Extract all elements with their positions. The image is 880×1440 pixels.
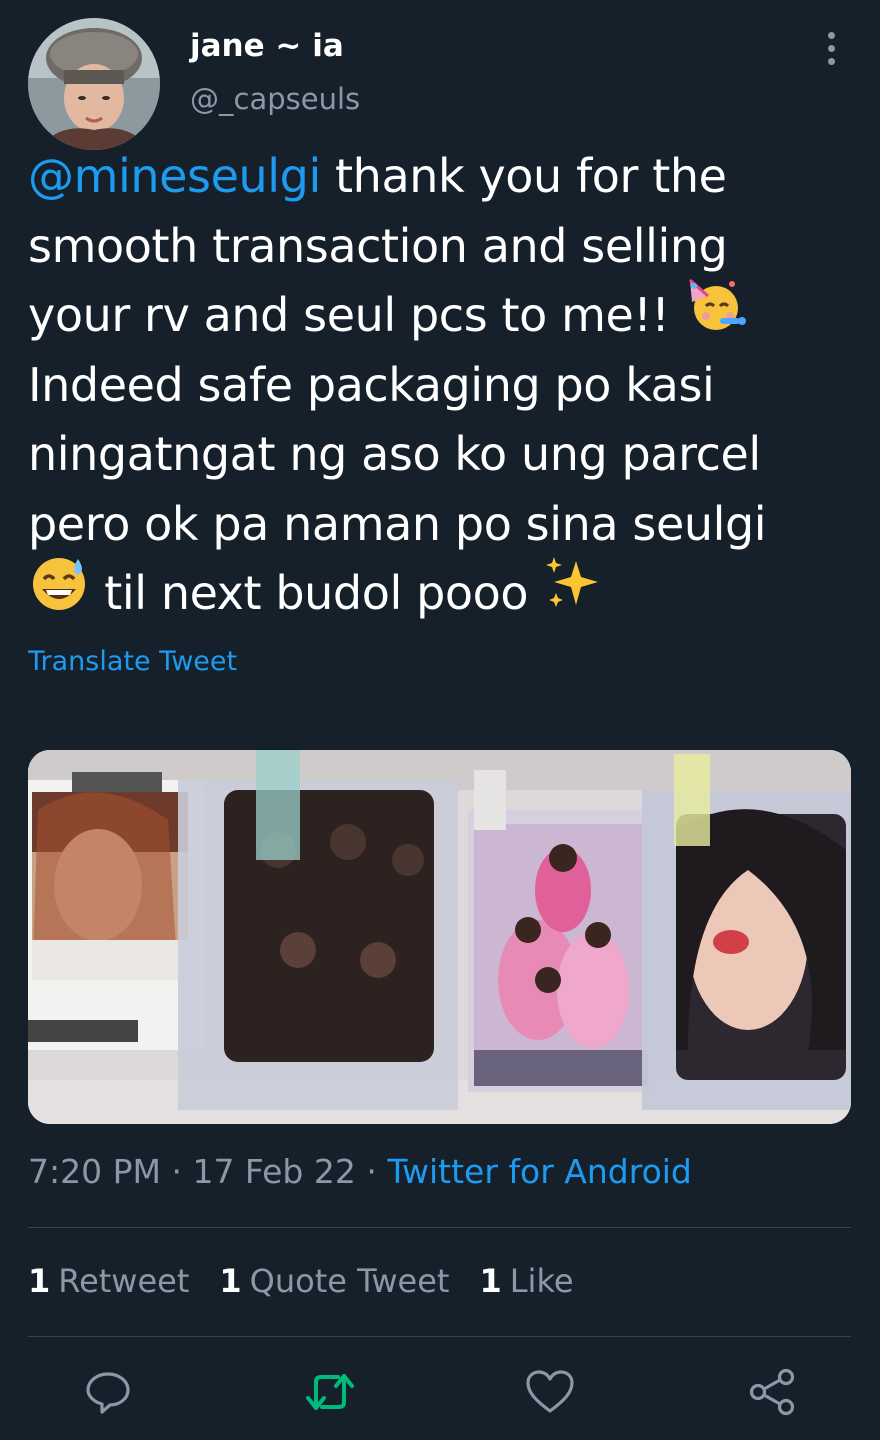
tweet-line-4: Indeed safe packaging po kasi [28,357,715,412]
tweet-text: @mineseulgi thank you for the smooth tra… [28,142,858,629]
tweet-line-6: pero ok pa naman po sina seulgi [28,496,767,551]
likes-count: 1 [479,1262,502,1300]
divider [28,1227,851,1228]
quotes-count: 1 [219,1262,242,1300]
retweets-count: 1 [28,1262,51,1300]
meta-separator: · [160,1152,193,1191]
tweet-line-5: ningatngat ng aso ko ung parcel [28,427,761,481]
tweet-media-image[interactable] [28,750,851,1124]
tweet-line-text: your rv and seul pcs to me!! [28,288,684,342]
sparkles-emoji [542,553,604,631]
meta-separator: · [355,1152,388,1191]
share-icon[interactable] [746,1366,798,1418]
divider [28,1336,851,1337]
tweet-line-7: til next budol pooo [28,556,858,629]
mention-link[interactable]: @mineseulgi [28,149,321,203]
quotes-label: Quote Tweet [249,1262,450,1300]
likes-label: Like [509,1262,574,1300]
photocards-photo [28,750,851,1124]
reply-icon[interactable] [82,1366,134,1418]
tweet-line-text: thank you for the [320,149,727,203]
tweet-line-1: @mineseulgi thank you for the [28,142,858,212]
translate-tweet-link[interactable]: Translate Tweet [28,646,237,677]
tweet-line-2: smooth transaction and selling [28,218,728,273]
more-options-icon[interactable] [816,28,846,68]
retweets-label: Retweet [58,1262,190,1300]
like-icon[interactable] [524,1366,576,1418]
avatar[interactable] [28,18,160,150]
tweet-line-3: your rv and seul pcs to me!! [28,278,858,351]
tweet-stats: 1 Retweet 1 Quote Tweet 1 Like [28,1262,574,1300]
tweet-line-text: til next budol pooo [90,566,543,620]
retweets-stat[interactable]: 1 Retweet [28,1262,189,1300]
author-handle[interactable]: @_capseuls [190,82,360,116]
likes-stat[interactable]: 1 Like [479,1262,573,1300]
tweet-source-link[interactable]: Twitter for Android [387,1152,692,1191]
tweet-time: 7:20 PM [28,1152,161,1191]
quote-tweets-stat[interactable]: 1 Quote Tweet [219,1262,449,1300]
tweet-date: 17 Feb 22 [192,1152,356,1191]
retweet-icon[interactable] [304,1366,356,1418]
tweet-meta: 7:20 PM · 17 Feb 22 · Twitter for Androi… [28,1152,692,1191]
sweat-smile-emoji [28,551,90,633]
author-name[interactable]: jane ~ ia [190,28,344,64]
partying-face-emoji [684,276,746,352]
avatar-image [28,18,160,150]
